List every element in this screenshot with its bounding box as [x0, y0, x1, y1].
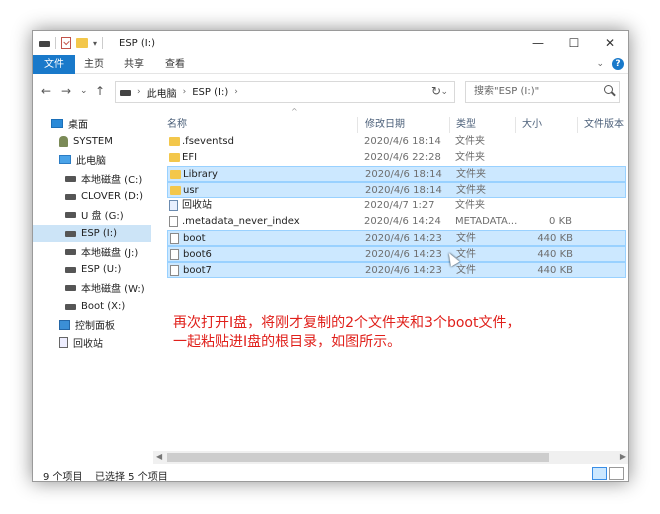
- drive-icon: [65, 248, 76, 255]
- file-row[interactable]: Library 2020/4/6 18:14 文件夹: [167, 166, 626, 182]
- properties-icon[interactable]: [61, 37, 71, 49]
- nav-item-drive-c[interactable]: 本地磁盘 (C:): [33, 170, 151, 187]
- minimize-button[interactable]: —: [520, 31, 556, 55]
- file-row[interactable]: boot 2020/4/6 14:23 文件 440 KB: [167, 230, 626, 246]
- breadcrumb-this-pc[interactable]: 此电脑: [147, 85, 177, 100]
- status-bar: 9 个项目 已选择 5 个项目: [33, 465, 628, 482]
- user-icon: [59, 136, 68, 147]
- column-header-date[interactable]: 修改日期: [365, 117, 405, 133]
- file-row[interactable]: .fseventsd 2020/4/6 18:14 文件夹: [167, 134, 626, 150]
- drive-icon: [65, 284, 76, 291]
- drive-icon: [65, 230, 76, 237]
- maximize-button[interactable]: ☐: [556, 31, 592, 55]
- nav-item-drive-x[interactable]: Boot (X:): [33, 298, 151, 315]
- up-arrow-icon[interactable]: ↑: [95, 84, 105, 98]
- nav-item-desktop[interactable]: 桌面: [33, 115, 151, 132]
- scrollbar-thumb[interactable]: [167, 453, 549, 462]
- horizontal-scrollbar[interactable]: ◀ ▶: [153, 451, 628, 464]
- drive-icon: [65, 193, 76, 200]
- nav-item-drive-i[interactable]: ESP (I:): [33, 225, 151, 242]
- folder-icon: [169, 153, 180, 162]
- recent-locations-icon[interactable]: ⌄: [80, 86, 88, 96]
- breadcrumb-esp[interactable]: ESP (I:): [192, 87, 228, 98]
- file-icon: [170, 233, 179, 244]
- sort-ascending-icon: ^: [291, 107, 298, 116]
- nav-item-this-pc[interactable]: 此电脑: [33, 151, 151, 168]
- tab-share[interactable]: 共享: [124, 55, 144, 74]
- file-row[interactable]: 回收站 2020/4/7 1:27 文件夹: [167, 198, 626, 214]
- column-header-version[interactable]: 文件版本: [584, 117, 624, 133]
- navigation-pane: 桌面 SYSTEM 此电脑 本地磁盘 (C:) CLOVER (D:) U 盘 …: [33, 113, 163, 453]
- nav-item-drive-j[interactable]: 本地磁盘 (J:): [33, 243, 151, 260]
- close-button[interactable]: ✕: [592, 31, 628, 55]
- tab-home[interactable]: 主页: [84, 55, 104, 74]
- file-list: ^ 名称 修改日期 类型 大小 文件版本 .fseventsd 2020/4/6…: [167, 107, 628, 457]
- drive-icon: [39, 41, 50, 47]
- details-view-icon[interactable]: [592, 467, 607, 480]
- nav-item-control-panel[interactable]: 控制面板: [33, 316, 151, 333]
- recycle-bin-icon: [59, 337, 68, 348]
- customize-toolbar-icon[interactable]: ▾: [93, 39, 97, 48]
- drive-icon: [65, 303, 76, 310]
- folder-icon: [170, 170, 181, 179]
- nav-item-recycle-bin[interactable]: 回收站: [33, 334, 151, 351]
- instruction-annotation: 再次打开I盘，将刚才复制的2个文件夹和3个boot文件， 一起粘贴进I盘的根目录…: [173, 315, 521, 350]
- column-header-type[interactable]: 类型: [456, 117, 476, 133]
- quick-access-toolbar: ▾: [39, 37, 104, 49]
- pc-icon: [59, 155, 71, 164]
- refresh-icon[interactable]: ↻: [431, 84, 441, 98]
- search-icon: [604, 85, 613, 94]
- file-row[interactable]: usr 2020/4/6 18:14 文件夹: [167, 182, 626, 198]
- expand-ribbon-icon[interactable]: ⌄: [596, 59, 604, 69]
- ribbon: 文件 主页 共享 查看 ⌄ ?: [33, 55, 628, 74]
- drive-icon: [65, 175, 76, 182]
- window-title: ESP (I:): [119, 38, 155, 49]
- nav-item-system[interactable]: SYSTEM: [33, 133, 151, 150]
- file-row[interactable]: .metadata_never_index 2020/4/6 14:24 MET…: [167, 214, 626, 230]
- desktop-icon: [51, 119, 63, 128]
- explorer-window: ▾ ESP (I:) — ☐ ✕ 文件 主页 共享 查看 ⌄ ? ← → ⌄ ↑…: [32, 30, 629, 482]
- folder-icon: [170, 186, 181, 195]
- file-icon: [170, 265, 179, 276]
- item-count: 9 个项目: [43, 472, 83, 482]
- nav-item-drive-g[interactable]: U 盘 (G:): [33, 206, 151, 223]
- forward-arrow-icon[interactable]: →: [61, 84, 71, 98]
- column-header-name[interactable]: 名称: [167, 117, 187, 133]
- drive-icon: [65, 266, 76, 273]
- address-bar[interactable]: › 此电脑 › ESP (I:) › ⌄: [115, 81, 455, 103]
- selection-count: 已选择 5 个项目: [95, 472, 168, 482]
- help-icon[interactable]: ?: [612, 58, 624, 70]
- title-bar: ▾ ESP (I:) — ☐ ✕: [33, 31, 628, 55]
- address-dropdown-icon[interactable]: ⌄: [440, 87, 448, 97]
- scroll-right-icon[interactable]: ▶: [620, 452, 626, 461]
- nav-item-drive-d[interactable]: CLOVER (D:): [33, 188, 151, 205]
- column-header-size[interactable]: 大小: [522, 117, 542, 133]
- file-row[interactable]: EFI 2020/4/6 22:28 文件夹: [167, 150, 626, 166]
- navigation-row: ← → ⌄ ↑ › 此电脑 › ESP (I:) › ⌄ ↻ 搜索"ESP (I…: [33, 79, 628, 105]
- file-row[interactable]: boot7 2020/4/6 14:23 文件 440 KB: [167, 262, 626, 278]
- recycle-bin-icon: [169, 200, 178, 211]
- nav-item-drive-w[interactable]: 本地磁盘 (W:): [33, 279, 151, 296]
- file-icon: [169, 216, 178, 227]
- new-folder-icon[interactable]: [76, 38, 88, 48]
- nav-item-drive-u[interactable]: ESP (U:): [33, 261, 151, 278]
- search-input[interactable]: 搜索"ESP (I:)": [465, 81, 620, 103]
- drive-icon: [65, 211, 76, 218]
- tab-file[interactable]: 文件: [33, 55, 75, 74]
- back-arrow-icon[interactable]: ←: [41, 84, 51, 98]
- large-icons-view-icon[interactable]: [609, 467, 624, 480]
- file-icon: [170, 249, 179, 260]
- drive-icon: [120, 90, 131, 96]
- folder-icon: [169, 137, 180, 146]
- tab-view[interactable]: 查看: [165, 55, 185, 74]
- control-panel-icon: [59, 319, 70, 330]
- file-row[interactable]: boot6 2020/4/6 14:23 文件 440 KB: [167, 246, 626, 262]
- scroll-left-icon[interactable]: ◀: [156, 452, 162, 461]
